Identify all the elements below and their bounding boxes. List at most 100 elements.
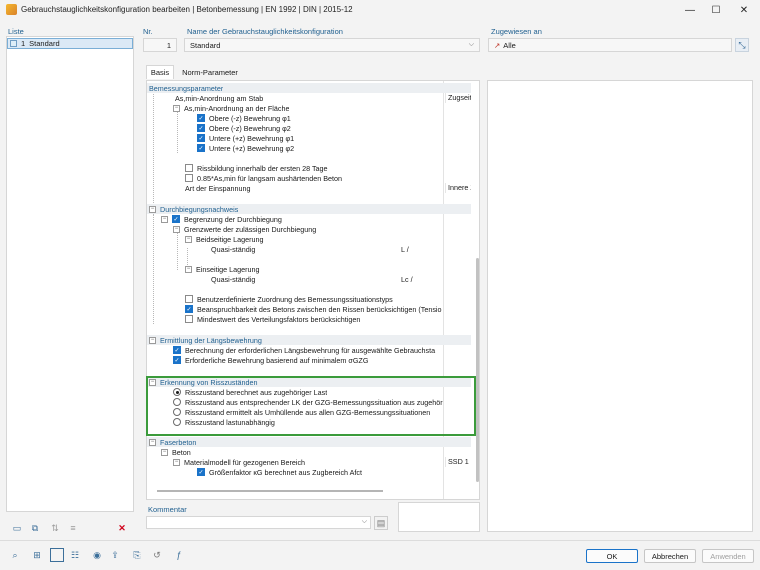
quasi1-row[interactable]: Quasi-ständig L / <box>147 244 471 254</box>
stab-anordnung-row[interactable]: As,min-Anordnung am Stab Zugseite <box>147 93 471 103</box>
collapse-icon[interactable]: − <box>149 205 156 213</box>
einspannung-row[interactable]: Art der Einspannung Innere Z <box>147 183 471 193</box>
comment-input[interactable]: ⌵ <box>146 516 371 529</box>
assigned-icon: ↗ <box>494 40 501 50</box>
horizontal-scrollbar[interactable] <box>157 490 383 492</box>
begrenzung-checkbox[interactable]: ✓ <box>172 215 180 223</box>
riss28-checkbox[interactable] <box>185 164 193 172</box>
ok-button[interactable]: OK <box>586 549 638 563</box>
collapse-icon[interactable]: − <box>149 336 156 344</box>
nr-field[interactable]: 1 <box>143 38 177 52</box>
obere2-checkbox[interactable]: ✓ <box>197 124 205 132</box>
sort-icon[interactable]: ⇅ <box>48 521 62 535</box>
cancel-button[interactable]: Abbrechen <box>644 549 696 563</box>
nr-value: 1 <box>166 40 171 50</box>
beton085-checkbox[interactable] <box>185 174 193 182</box>
quasi2-row[interactable]: Quasi-ständig Lc / <box>147 274 471 284</box>
list-item[interactable]: 1 Standard <box>7 38 133 49</box>
flaeche-anordnung-row[interactable]: − As,min-Anordnung an der Fläche <box>147 103 471 113</box>
benutzer-row[interactable]: Benutzerdefinierte Zuordnung des Bemessu… <box>147 294 471 304</box>
groessenfaktor-row[interactable]: ✓ Größenfaktor κG berechnet aus Zugberei… <box>147 467 471 477</box>
obere1-row[interactable]: ✓ Obere (-z) Bewehrung φ1 <box>147 113 471 123</box>
benutzer-checkbox[interactable] <box>185 295 193 303</box>
collapse-icon[interactable]: − <box>149 438 156 446</box>
config-name-value: Standard <box>190 40 221 50</box>
reset-icon[interactable]: ↺ <box>150 548 164 562</box>
list-label: Liste <box>8 27 24 36</box>
chevron-down-icon: ⌵ <box>361 518 367 525</box>
display-icon[interactable] <box>50 548 64 562</box>
assigned-label: Zugewiesen an <box>491 27 542 36</box>
collapse-icon[interactable]: − <box>161 448 168 456</box>
beanspruch-checkbox[interactable]: ✓ <box>185 305 193 313</box>
units-icon[interactable]: ⊞ <box>30 548 44 562</box>
section-laengsbewehrung: − Ermittlung der Längsbewehrung <box>147 335 471 345</box>
maximize-button[interactable]: ☐ <box>702 0 730 20</box>
begrenzung-row[interactable]: − ✓ Begrenzung der Durchbiegung <box>147 214 471 224</box>
search-icon[interactable]: ⌕ <box>8 548 22 562</box>
list-item-name: Standard <box>29 39 60 48</box>
untere1-row[interactable]: ✓ Untere (+z) Bewehrung φ1 <box>147 133 471 143</box>
list-panel <box>6 36 134 512</box>
untere1-checkbox[interactable]: ✓ <box>197 134 205 142</box>
collapse-icon[interactable]: − <box>173 104 180 112</box>
collapse-icon[interactable]: − <box>173 458 180 466</box>
einseitig-row[interactable]: − Einseitige Lagerung <box>147 264 471 274</box>
copy-icon[interactable]: ⎘ <box>130 548 144 562</box>
collapse-icon[interactable]: − <box>185 235 192 243</box>
tab-basis[interactable]: Basis <box>146 65 174 79</box>
comment-label: Kommentar <box>148 505 187 514</box>
view-icon[interactable]: ◉ <box>90 548 104 562</box>
berechnung-row[interactable]: ✓ Berechnung der erforderlichen Längsbew… <box>147 345 471 355</box>
renumber-icon[interactable]: ≡ <box>66 521 80 535</box>
mindestwert-row[interactable]: Mindestwert des Verteilungsfaktors berüc… <box>147 314 471 324</box>
chevron-down-icon: ⌵ <box>468 41 474 48</box>
obere1-checkbox[interactable]: ✓ <box>197 114 205 122</box>
grenzwerte-row[interactable]: − Grenzwerte der zulässigen Durchbiegung <box>147 224 471 234</box>
list-item-number: 1 <box>21 39 26 48</box>
assigned-field: ↗ Alle <box>488 38 732 52</box>
beanspruch-row[interactable]: ✓ Beanspruchbarkeit des Betons zwischen … <box>147 304 471 314</box>
new-item-icon[interactable]: ▭ <box>10 521 24 535</box>
collapse-icon[interactable]: − <box>161 215 168 223</box>
riss28-row[interactable]: Rissbildung innerhalb der ersten 28 Tage <box>147 163 471 173</box>
delete-icon[interactable]: ✕ <box>115 521 129 535</box>
collapse-icon[interactable]: − <box>185 265 192 273</box>
section-durchbiegung: − Durchbiegungsnachweis <box>147 204 471 214</box>
mindestwert-checkbox[interactable] <box>185 315 193 323</box>
tree-view-icon[interactable]: ☷ <box>68 548 82 562</box>
untere2-checkbox[interactable]: ✓ <box>197 144 205 152</box>
section-faserbeton: − Faserbeton <box>147 437 471 447</box>
close-button[interactable]: ✕ <box>730 0 758 20</box>
materialmodell-row[interactable]: − Materialmodell für gezogenen Bereich S… <box>147 457 471 467</box>
einspannung-value[interactable]: Innere Z <box>445 183 471 193</box>
untere2-row[interactable]: ✓ Untere (+z) Bewehrung φ2 <box>147 143 471 153</box>
beidseitig-row[interactable]: − Beidseitige Lagerung <box>147 234 471 244</box>
export-icon[interactable]: ⇪ <box>108 548 122 562</box>
beton-row[interactable]: − Beton <box>147 447 471 457</box>
window-title: Gebrauchstauglichkeitskonfiguration bear… <box>21 5 353 14</box>
comment-library-icon[interactable]: ▤ <box>374 516 388 530</box>
stab-anordnung-value[interactable]: Zugseite <box>445 93 471 103</box>
list-item-swatch <box>10 40 17 47</box>
apply-button[interactable]: Anwenden <box>702 549 754 563</box>
formula-icon[interactable]: ƒ <box>172 548 186 562</box>
berechnung-checkbox[interactable]: ✓ <box>173 346 181 354</box>
vertical-scrollbar[interactable] <box>476 258 479 482</box>
materialmodell-value[interactable]: SSD 1 | ( <box>445 457 471 467</box>
beton085-row[interactable]: 0.85*As,min für langsam aushärtenden Bet… <box>147 173 471 183</box>
config-name-input[interactable]: Standard ⌵ <box>184 38 480 52</box>
obere2-row[interactable]: ✓ Obere (-z) Bewehrung φ2 <box>147 123 471 133</box>
quasi1-unit: L / <box>401 244 409 254</box>
copy-item-icon[interactable]: ⧉ <box>28 521 42 535</box>
erforderlich-row[interactable]: ✓ Erforderliche Bewehrung basierend auf … <box>147 355 471 365</box>
tab-norm-parameter[interactable]: Norm-Parameter <box>178 65 242 79</box>
quasi2-unit: Lc / <box>401 274 413 284</box>
collapse-icon[interactable]: − <box>173 225 180 233</box>
groessenfaktor-checkbox[interactable]: ✓ <box>197 468 205 476</box>
comment-preview <box>398 502 480 532</box>
minimize-button[interactable]: — <box>676 0 704 20</box>
select-objects-icon[interactable]: ⤡ <box>735 38 749 52</box>
erforderlich-checkbox[interactable]: ✓ <box>173 356 181 364</box>
highlight-frame <box>146 376 476 436</box>
